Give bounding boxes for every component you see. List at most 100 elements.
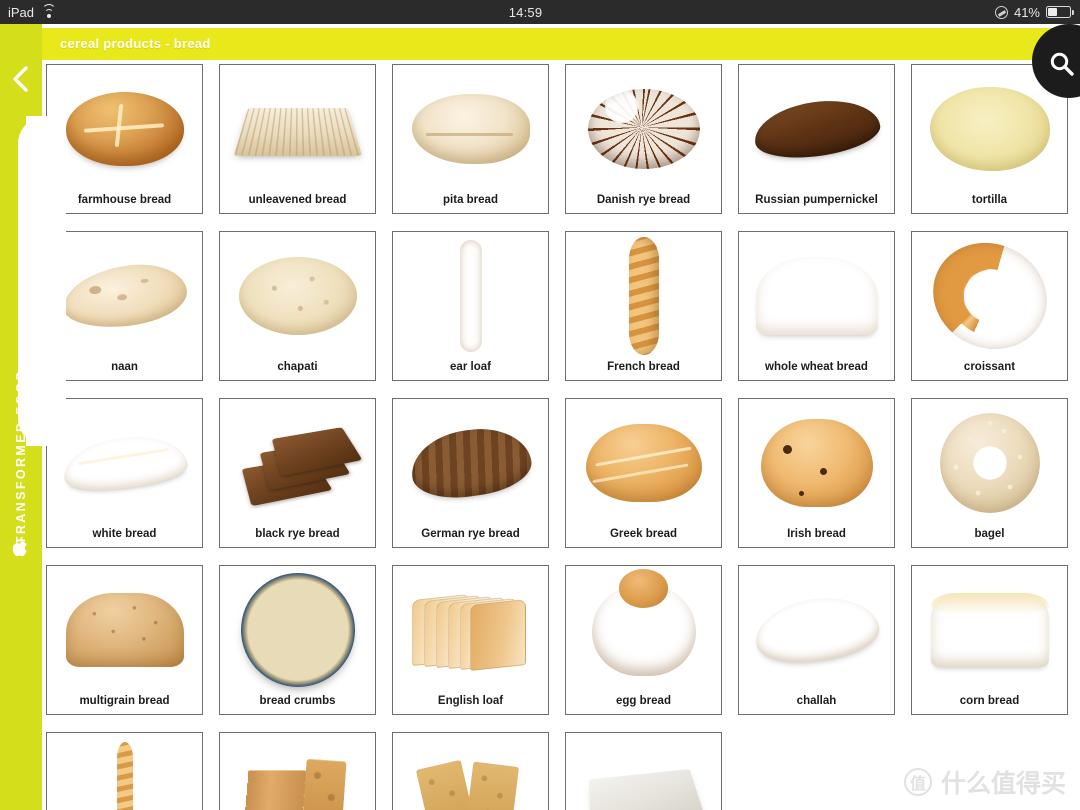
cell-image: [739, 71, 894, 187]
germanrye-illustration: [406, 421, 535, 505]
cell-label: ear loaf: [450, 361, 491, 374]
cell-label: bagel: [974, 528, 1005, 541]
page-title: cereal products - bread: [60, 36, 211, 51]
bagel-wrap-illustration: [939, 413, 1040, 513]
chapati-illustration: [238, 257, 357, 335]
pullman-illustration: [756, 257, 878, 335]
cell-label: French bread: [607, 361, 680, 374]
cell-image: [393, 405, 548, 521]
grid-cell[interactable]: bagel: [911, 398, 1068, 548]
cell-label: tortilla: [971, 194, 1008, 207]
cell-label: naan: [111, 361, 138, 374]
grid-cell[interactable]: German rye bread: [392, 398, 549, 548]
croissant-wrap-illustration: [914, 232, 1065, 369]
grid-cell[interactable]: white bread: [46, 398, 203, 548]
grid-cell[interactable]: Russian pumpernickel: [738, 64, 895, 214]
apple-icon: [11, 536, 31, 560]
cell-image: [393, 238, 548, 354]
grid-cell[interactable]: chapati: [219, 231, 376, 381]
status-bar-clock: 14:59: [508, 4, 543, 20]
ios-status-bar: iPad 14:59 41%: [0, 0, 1080, 24]
cell-image: [393, 739, 548, 810]
cell-label: chapati: [277, 361, 318, 374]
grid-cell[interactable]: egg bread: [565, 565, 722, 715]
cell-image: [739, 238, 894, 354]
grid-cell[interactable]: multigrain bread: [46, 565, 203, 715]
cell-label: multigrain bread: [79, 695, 170, 708]
cell-image: [912, 572, 1067, 688]
cell-image: [220, 405, 375, 521]
grid-cell[interactable]: English loaf: [392, 565, 549, 715]
left-sidebar: TRANSFORMED FOOD: [0, 24, 66, 810]
cell-image: [47, 739, 202, 810]
grid-cell[interactable]: black rye bread: [219, 398, 376, 548]
grid-cell[interactable]: whole wheat bread: [738, 231, 895, 381]
cell-image: [47, 572, 202, 688]
cell-label: Danish rye bread: [596, 194, 691, 207]
cell-image: [566, 237, 721, 355]
cell-label: bread crumbs: [259, 695, 336, 708]
cell-image: [912, 405, 1067, 521]
cornbread-illustration: [930, 593, 1049, 667]
cell-label: Russian pumpernickel: [755, 194, 878, 207]
status-bar-right: 41%: [994, 4, 1080, 20]
loaf-round-illustration: [65, 92, 184, 166]
englishloaf-illustration: [411, 589, 530, 671]
grid-cell[interactable]: croissant: [911, 231, 1068, 381]
grid-cell[interactable]: [219, 732, 376, 810]
cell-image: [739, 572, 894, 688]
cell-label: farmhouse bread: [77, 194, 172, 207]
greekbread-illustration: [585, 424, 702, 502]
grid-cell[interactable]: [46, 732, 203, 810]
cell-label: Irish bread: [787, 528, 846, 541]
tortilla-illustration: [929, 87, 1050, 171]
grid-cell[interactable]: challah: [738, 565, 895, 715]
back-button[interactable]: [9, 64, 31, 94]
ryeslices-illustration: [241, 421, 362, 507]
picture-dictionary-grid: farmhouse bread unleavened bread pita brea…: [46, 64, 1072, 810]
earloaf-illustration: [460, 240, 482, 352]
grid-cell[interactable]: ear loaf: [392, 231, 549, 381]
cell-image: [566, 739, 721, 810]
crumbs-bowl-illustration: [240, 573, 355, 687]
flatbread-sq-illustration: [233, 108, 362, 156]
grid-cell[interactable]: Danish rye bread: [565, 64, 722, 214]
cell-label: German rye bread: [421, 528, 520, 541]
battery-percent-label: 41%: [1013, 4, 1040, 20]
grid-cell[interactable]: [565, 732, 722, 810]
pita-illustration: [411, 94, 530, 164]
cell-image: [47, 71, 202, 187]
cell-image: [566, 569, 721, 688]
sidebar-category-text: TRANSFORMED FOOD: [14, 369, 28, 545]
cell-image: [912, 232, 1067, 369]
grid-cell[interactable]: farmhouse bread: [46, 64, 203, 214]
cell-image: [393, 572, 548, 688]
grid-cell[interactable]: Greek bread: [565, 398, 722, 548]
search-icon: [1050, 52, 1074, 76]
chevron-left-icon: [13, 66, 28, 92]
wifi-icon: [41, 3, 56, 18]
battery-icon: [1046, 6, 1075, 18]
cell-image: [393, 71, 548, 187]
crispbread2-illustration: [415, 756, 527, 810]
rye-dark-illustration: [587, 89, 700, 169]
cell-image: [739, 405, 894, 521]
grid-cell[interactable]: [392, 732, 549, 810]
grid-cell[interactable]: pita bread: [392, 64, 549, 214]
grid-cell[interactable]: unleavened bread: [219, 64, 376, 214]
grid-cell[interactable]: bread crumbs: [219, 565, 376, 715]
location-services-icon: [994, 5, 1008, 19]
grid-cell[interactable]: naan: [46, 231, 203, 381]
challah-illustration: [751, 591, 882, 670]
grid-cell[interactable]: corn bread: [911, 565, 1068, 715]
grid-cell[interactable]: Irish bread: [738, 398, 895, 548]
cell-label: croissant: [963, 361, 1016, 374]
app-root: iPad 14:59 41% TRANSFORMED FOOD cereal p…: [0, 0, 1080, 810]
eggbread-illustration: [592, 569, 696, 676]
cell-label: white bread: [92, 528, 157, 541]
grid-cell[interactable]: French bread: [565, 231, 722, 381]
cell-image: [220, 71, 375, 187]
status-bar-left: iPad: [0, 3, 56, 20]
cell-label: pita bread: [443, 194, 498, 207]
cell-label: challah: [796, 695, 837, 708]
